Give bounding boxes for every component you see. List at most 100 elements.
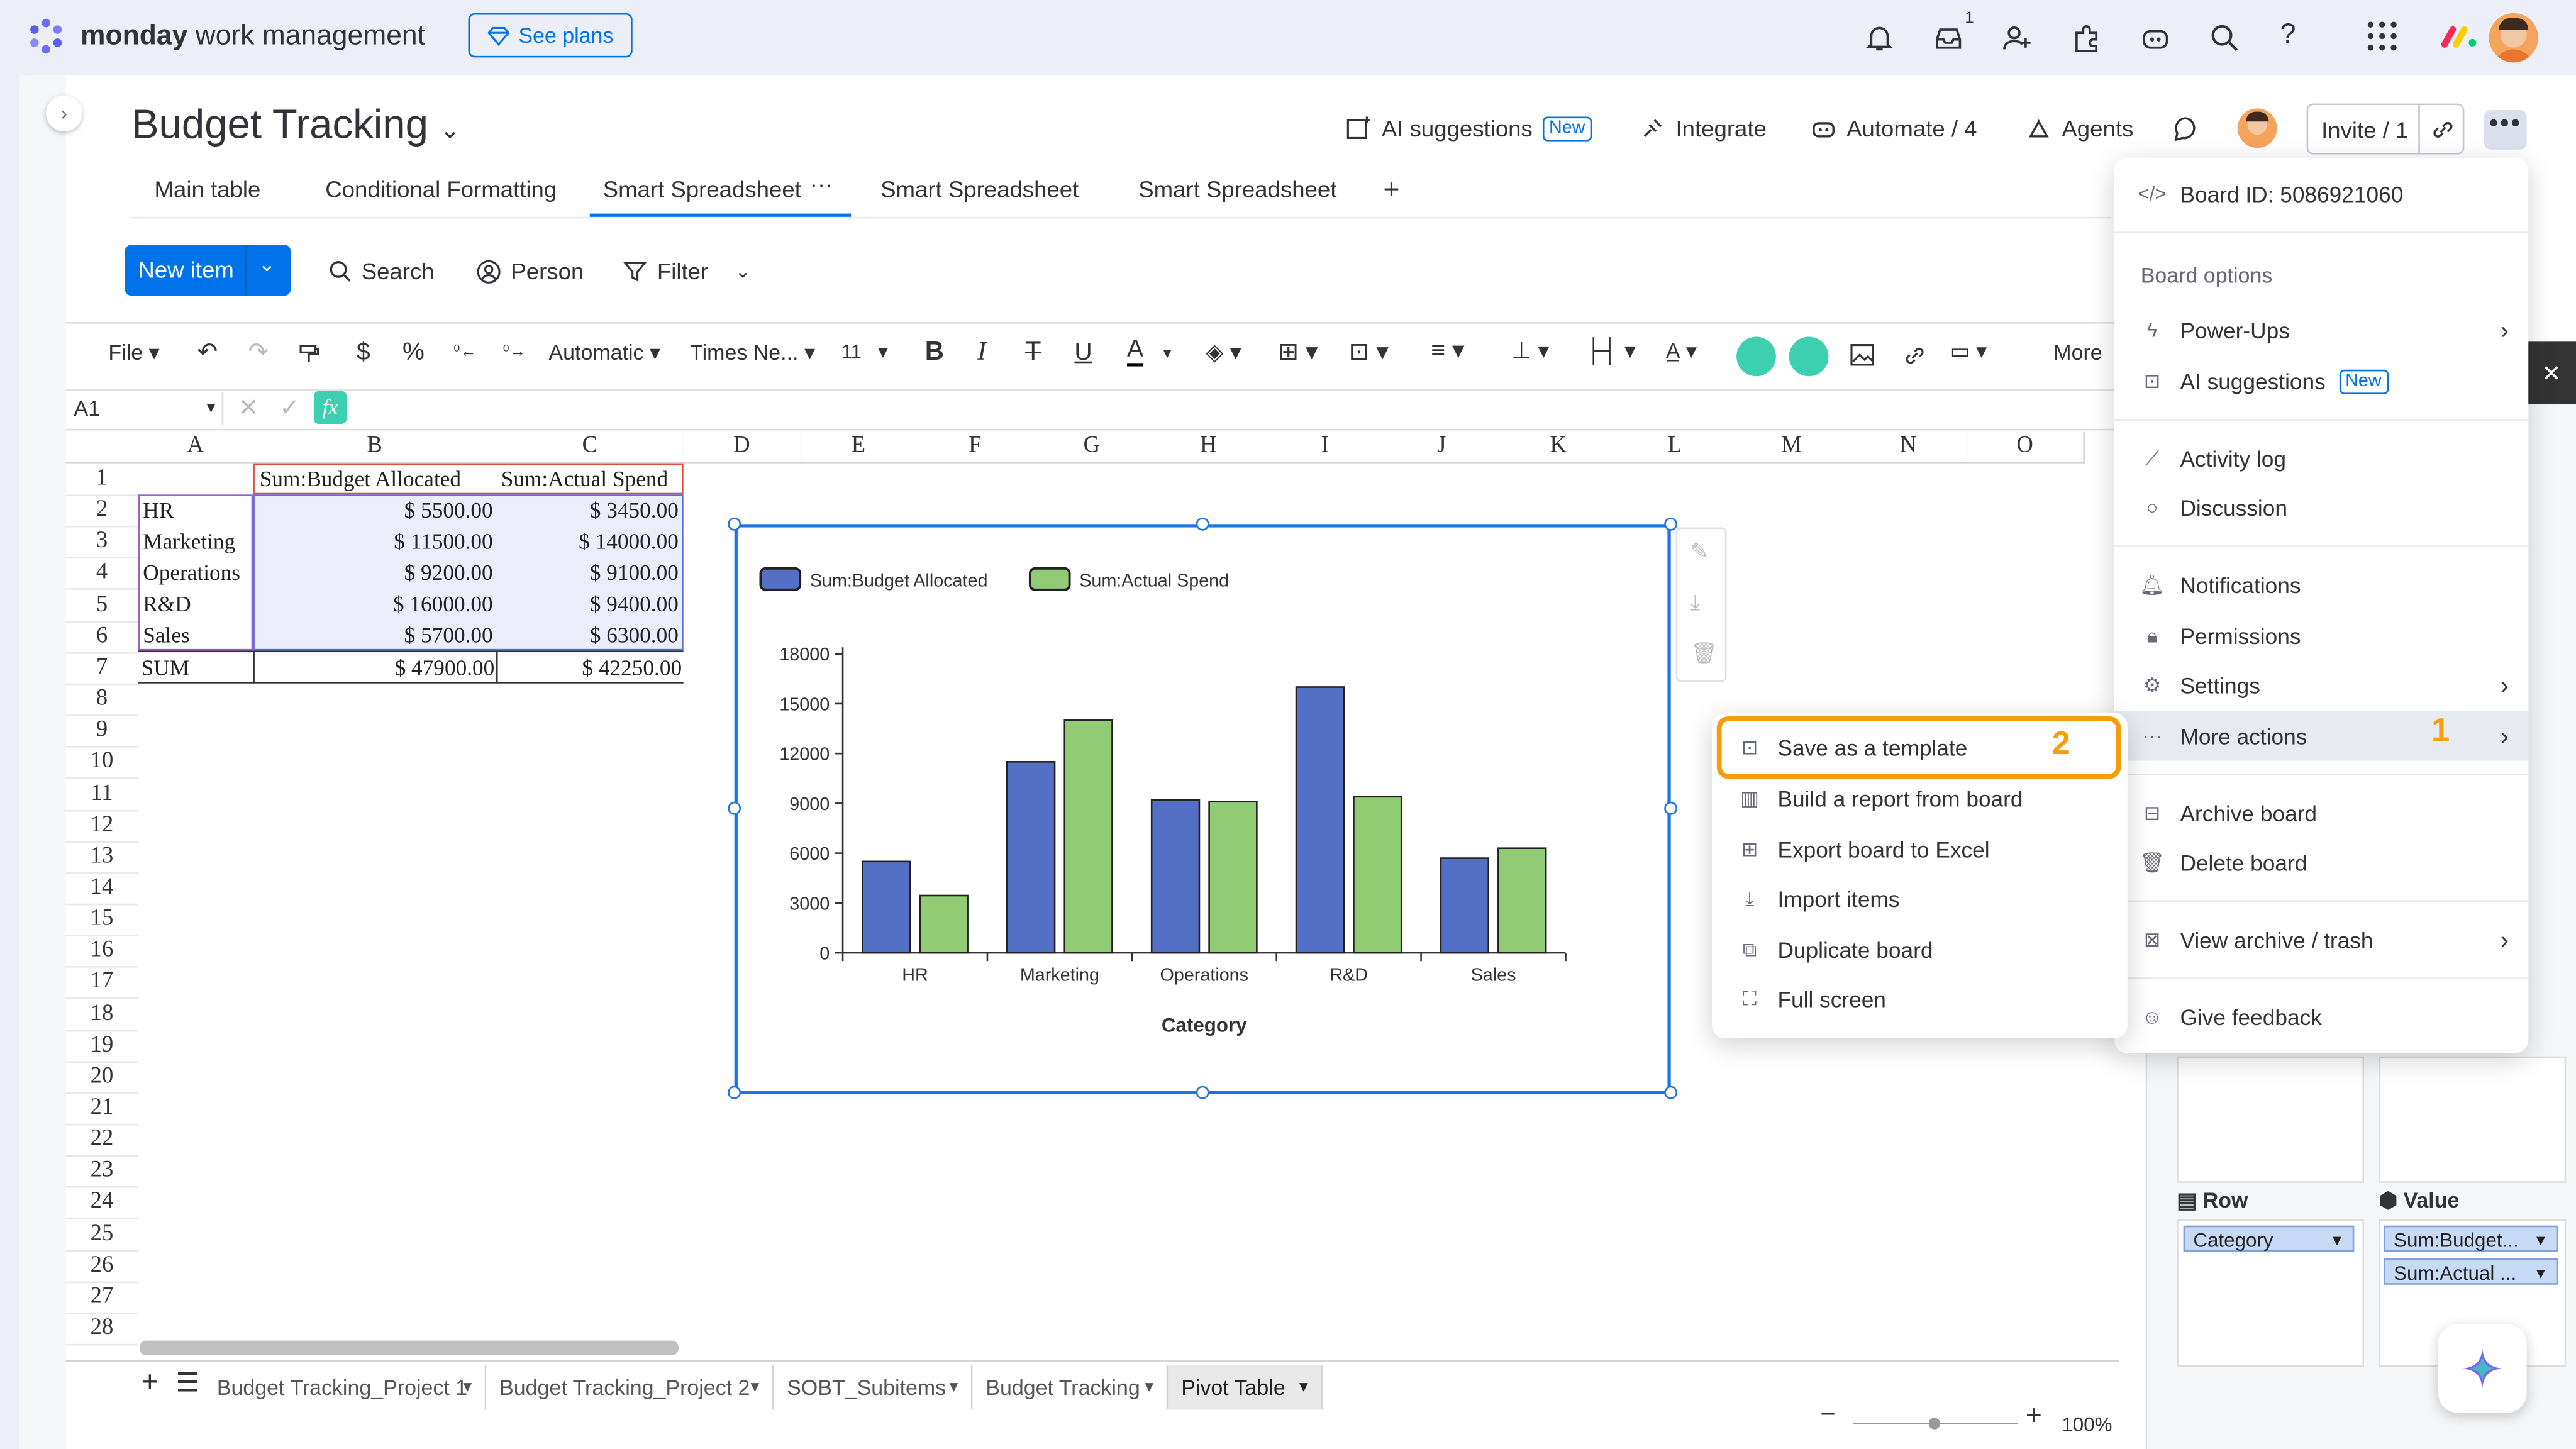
font-size-select[interactable]: 11 ▾: [841, 340, 887, 364]
budget-cell[interactable]: $ 5500.00: [257, 494, 493, 526]
row-header[interactable]: 16: [65, 935, 138, 969]
tab-smart-spreadsheet-active[interactable]: Smart Spreadsheet: [603, 176, 801, 203]
column-header[interactable]: G: [1033, 432, 1152, 464]
menu-item-discussion[interactable]: ○ Discussion: [2114, 483, 2528, 532]
column-header[interactable]: B: [253, 432, 498, 464]
resize-handle[interactable]: [1196, 1085, 1209, 1099]
row-header[interactable]: 15: [65, 904, 138, 937]
menu-item-view-archive[interactable]: ⊠ View archive / trash ›: [2114, 915, 2528, 964]
column-header[interactable]: C: [496, 432, 686, 464]
cancel-formula-icon[interactable]: ✕: [238, 392, 259, 422]
menu-item-full-screen[interactable]: ⛶ Full screen: [1712, 974, 2128, 1023]
row-header[interactable]: 1: [65, 464, 138, 496]
row-header[interactable]: 23: [65, 1155, 138, 1189]
category-cell[interactable]: Operations: [143, 557, 251, 589]
row-header[interactable]: 11: [65, 778, 138, 811]
italic-button[interactable]: I: [977, 338, 986, 368]
row-header[interactable]: 20: [65, 1061, 138, 1094]
resize-handle[interactable]: [1664, 1085, 1678, 1099]
horizontal-scrollbar-thumb[interactable]: [140, 1340, 679, 1356]
horizontal-align-icon[interactable]: ≡ ▾: [1431, 335, 1464, 365]
board-menu-button[interactable]: •••: [2484, 110, 2527, 150]
sum-label[interactable]: SUM: [142, 652, 189, 684]
apps-puzzle-icon[interactable]: [2070, 21, 2102, 54]
sheet-tab[interactable]: Budget Tracking ▼: [972, 1365, 1169, 1410]
column-header[interactable]: F: [916, 432, 1035, 464]
cell-reference-box[interactable]: A1: [74, 396, 101, 421]
ai-assist-icon[interactable]: [1789, 336, 1829, 377]
add-sheet-icon[interactable]: +: [142, 1365, 158, 1400]
accept-formula-icon[interactable]: ✓: [279, 392, 300, 422]
column-header[interactable]: D: [683, 432, 802, 464]
actual-cell[interactable]: $ 9400.00: [499, 588, 679, 619]
menu-item-ai-suggestions[interactable]: ⊡ AI suggestions New: [2114, 357, 2528, 406]
insert-image-icon[interactable]: [1850, 343, 1874, 367]
menu-item-settings[interactable]: ⚙ Settings ›: [2114, 660, 2528, 709]
automate-button[interactable]: Automate / 4: [1811, 115, 1977, 142]
column-header[interactable]: K: [1499, 432, 1619, 464]
user-avatar[interactable]: [2489, 13, 2538, 63]
underline-button[interactable]: U: [1074, 338, 1092, 366]
pivot-row-field[interactable]: Category ▼: [2183, 1225, 2355, 1252]
row-header[interactable]: 8: [65, 684, 138, 717]
search-button[interactable]: Search: [328, 258, 435, 284]
actual-cell[interactable]: $ 6300.00: [499, 619, 679, 651]
row-header[interactable]: 3: [65, 526, 138, 559]
board-discussion-icon[interactable]: [2172, 115, 2199, 143]
row-header[interactable]: 12: [65, 809, 138, 843]
column-header[interactable]: O: [1966, 432, 2085, 464]
invite-button[interactable]: Invite / 1: [2321, 116, 2408, 143]
new-item-dropdown-icon[interactable]: ⌄: [258, 252, 275, 278]
column-header[interactable]: N: [1850, 432, 1968, 464]
ai-formula-icon[interactable]: [1736, 336, 1776, 377]
table-header-budget[interactable]: Sum:Budget Allocated: [260, 464, 490, 495]
zoom-slider[interactable]: [1928, 1418, 1941, 1430]
row-header[interactable]: 2: [65, 495, 138, 528]
tab-options-icon[interactable]: ···: [810, 171, 833, 197]
bold-button[interactable]: B: [925, 338, 944, 368]
bell-icon[interactable]: [1863, 21, 1896, 54]
currency-format-button[interactable]: $: [357, 338, 370, 366]
row-header[interactable]: 5: [65, 589, 138, 622]
increase-decimal-icon[interactable]: ⁰→: [502, 343, 526, 362]
resize-handle[interactable]: [1664, 517, 1678, 531]
category-cell[interactable]: R&D: [143, 588, 251, 619]
row-header[interactable]: 4: [65, 558, 138, 591]
row-header[interactable]: 21: [65, 1092, 138, 1126]
menu-item-build-report[interactable]: ▥ Build a report from board: [1712, 774, 2128, 823]
resize-handle[interactable]: [728, 1085, 741, 1099]
tab-conditional-formatting[interactable]: Conditional Formatting: [325, 176, 557, 203]
download-chart-icon[interactable]: ⤓: [1690, 590, 1700, 616]
ai-bot-icon[interactable]: [2139, 21, 2172, 54]
ai-suggestions-button[interactable]: AI suggestions New: [1345, 115, 1592, 142]
menu-item-activity-log[interactable]: ⟋ Activity log: [2114, 434, 2528, 483]
formula-input[interactable]: [362, 389, 2119, 425]
budget-cell[interactable]: $ 9200.00: [257, 557, 493, 589]
close-pivot-icon[interactable]: ✕: [2525, 341, 2576, 404]
new-item-button[interactable]: New item: [138, 257, 233, 283]
menu-item-import-items[interactable]: ⤓ Import items: [1712, 874, 2128, 923]
sum-budget[interactable]: $ 47900.00: [253, 652, 494, 684]
strikethrough-button[interactable]: T: [1025, 338, 1041, 368]
edit-chart-icon[interactable]: ✎: [1690, 539, 1708, 565]
actual-cell[interactable]: $ 14000.00: [499, 526, 679, 557]
copy-link-icon[interactable]: [2430, 116, 2457, 143]
more-tools-button[interactable]: More: [2053, 340, 2102, 365]
board-title[interactable]: Budget Tracking ⌄: [131, 102, 460, 150]
row-header[interactable]: 6: [65, 621, 138, 654]
see-plans-button[interactable]: See plans: [468, 13, 633, 58]
row-header[interactable]: 18: [65, 998, 138, 1031]
row-header[interactable]: 10: [65, 747, 138, 780]
row-header[interactable]: 22: [65, 1124, 138, 1157]
fill-color-icon[interactable]: ◈ ▾: [1206, 338, 1241, 366]
sum-actual[interactable]: $ 42250.00: [496, 652, 682, 684]
merge-cells-icon[interactable]: ⊡ ▾: [1349, 337, 1389, 366]
integrate-button[interactable]: Integrate: [1640, 115, 1767, 142]
function-icon[interactable]: fx: [313, 391, 347, 424]
filter-button[interactable]: Filter ⌄: [623, 258, 751, 284]
cell-reference-dropdown-icon[interactable]: ▼: [204, 399, 218, 416]
column-header[interactable]: A: [138, 432, 255, 464]
menu-item-duplicate-board[interactable]: ⧉ Duplicate board: [1712, 925, 2128, 974]
column-header[interactable]: J: [1383, 432, 1502, 464]
undo-icon[interactable]: ↶: [197, 337, 218, 366]
